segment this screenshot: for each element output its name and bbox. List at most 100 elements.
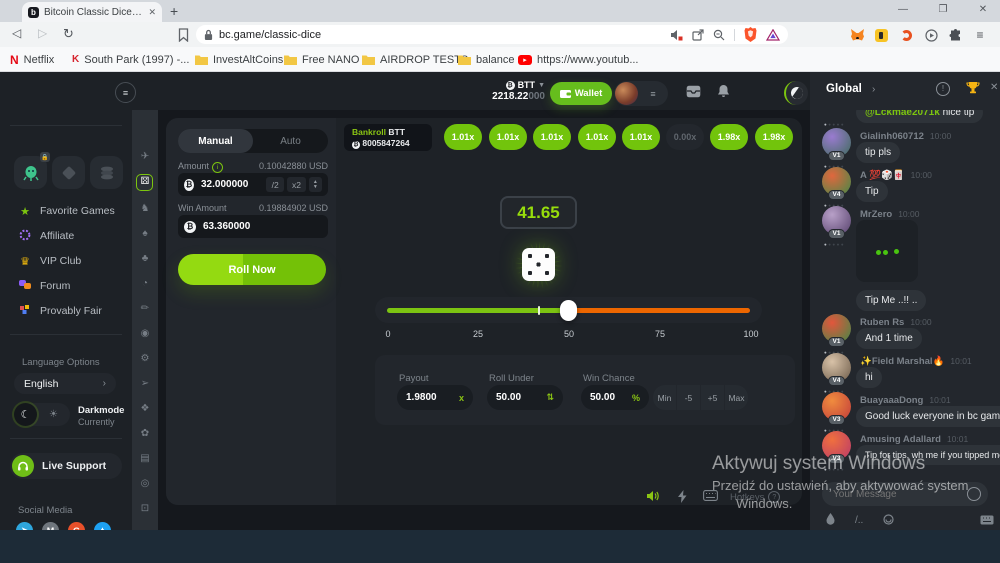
swirl-extension-icon[interactable] xyxy=(898,27,914,43)
metamask-extension-icon[interactable] xyxy=(849,27,865,43)
chat-channel[interactable]: Global xyxy=(826,83,862,95)
share-icon[interactable] xyxy=(692,29,704,41)
game-category-ticket[interactable] xyxy=(52,156,85,189)
game-icon-14[interactable]: ⊡ xyxy=(132,500,158,518)
chevron-right-icon[interactable]: › xyxy=(872,84,875,95)
min-button[interactable]: Min xyxy=(653,385,676,410)
history-multiplier[interactable]: 1.01x xyxy=(489,124,527,150)
darkmode-toggle[interactable]: ☾ ☀ xyxy=(14,403,70,426)
inbox-icon[interactable] xyxy=(686,85,701,103)
sidebar-item-provably-fair[interactable]: Provably Fair xyxy=(18,303,128,319)
bonus-spin-icon[interactable] xyxy=(784,81,808,105)
window-maximize-button[interactable]: ❐ xyxy=(936,4,950,15)
history-multiplier[interactable]: 1.98x xyxy=(755,124,793,150)
roll-now-button[interactable]: Roll Now xyxy=(178,254,326,285)
minus-5-button[interactable]: -5 xyxy=(677,385,700,410)
history-multiplier[interactable]: 1.01x xyxy=(533,124,571,150)
game-category-coins[interactable] xyxy=(90,156,123,189)
slash-commands-icon[interactable]: /.. xyxy=(855,515,863,526)
tab-auto[interactable]: Auto xyxy=(253,129,328,153)
new-tab-button[interactable]: + xyxy=(170,3,178,19)
sidebar-collapse-button[interactable]: ≡ xyxy=(115,82,136,103)
game-icon-6[interactable]: ✏ xyxy=(132,300,158,318)
max-button[interactable]: Max xyxy=(725,385,748,410)
history-multiplier[interactable]: 1.01x xyxy=(578,124,616,150)
hotkeys-keyboard-icon[interactable] xyxy=(703,490,718,501)
tab-mute-icon[interactable] xyxy=(670,29,683,41)
bookmark-folder-investaltcoins[interactable]: InvestAltCoins xyxy=(195,53,283,67)
notifications-bell-icon[interactable] xyxy=(717,84,730,103)
game-icon-5[interactable]: ◔ xyxy=(132,275,158,293)
game-icon-8[interactable]: ⚙ xyxy=(132,350,158,368)
back-icon[interactable]: ◁ xyxy=(12,26,21,40)
half-bet-button[interactable]: /2 xyxy=(266,177,284,192)
browser-tab[interactable]: b Bitcoin Classic Dice Game - Play D ✕ xyxy=(22,2,162,22)
history-multiplier[interactable]: 1.01x xyxy=(622,124,660,150)
turbo-bolt-icon[interactable] xyxy=(678,490,687,503)
account-menu[interactable]: ≡ xyxy=(614,81,668,106)
browser-menu-icon[interactable]: ≡ xyxy=(972,27,988,43)
bookmark-folder-airdrop[interactable]: AIRDROP TESTS xyxy=(362,53,468,67)
sidebar-item-vip-club[interactable]: ♛ VIP Club xyxy=(18,253,128,269)
plus-5-button[interactable]: +5 xyxy=(701,385,724,410)
amount-stepper[interactable]: ▲▼ xyxy=(309,177,322,192)
live-support-button[interactable]: Live Support xyxy=(10,453,122,479)
avatar[interactable]: V3 xyxy=(822,392,851,421)
tip-rain-icon[interactable] xyxy=(826,512,835,530)
amount-input[interactable] xyxy=(199,178,263,191)
sidebar-item-favorite-games[interactable]: ★ Favorite Games xyxy=(18,203,128,219)
history-multiplier[interactable]: 1.98x xyxy=(710,124,748,150)
tab-close-icon[interactable]: ✕ xyxy=(148,7,156,18)
avatar[interactable]: V3 xyxy=(822,431,851,460)
zoom-page-icon[interactable] xyxy=(713,29,725,41)
language-selector[interactable]: English › xyxy=(14,373,116,394)
game-icon-10[interactable]: ❖ xyxy=(132,400,158,418)
game-icon-12[interactable]: ▤ xyxy=(132,450,158,468)
sound-toggle-icon[interactable] xyxy=(646,490,660,502)
hotkeys-label[interactable]: Hotkeys? xyxy=(730,491,780,503)
keyboard-icon[interactable] xyxy=(980,512,994,530)
bookmark-netflix[interactable]: N Netflix xyxy=(10,53,54,67)
bookmark-southpark[interactable]: K South Park (1997) -... xyxy=(72,53,189,67)
roll-under-field[interactable]: 50.00⇅ xyxy=(487,385,563,410)
brave-shield-icon[interactable] xyxy=(744,27,757,42)
avatar[interactable]: V4 xyxy=(822,167,851,196)
sidebar-item-forum[interactable]: Forum xyxy=(18,278,128,294)
game-icon-13[interactable]: ◎ xyxy=(132,475,158,493)
wallet-button[interactable]: Wallet xyxy=(550,82,612,105)
game-icon-crash[interactable]: ✈ xyxy=(132,148,158,166)
chat-rules-info-icon[interactable]: ! xyxy=(936,82,950,96)
coin-drop-icon[interactable] xyxy=(883,512,894,530)
history-multiplier[interactable]: 0.00x xyxy=(666,124,704,150)
game-icon-3[interactable]: ♠ xyxy=(132,225,158,243)
roll-slider-knob[interactable] xyxy=(560,300,577,321)
chat-message-input[interactable] xyxy=(831,488,967,501)
forward-icon[interactable]: ▷ xyxy=(38,26,47,40)
avatar[interactable]: V4 xyxy=(822,353,851,382)
video-extension-icon[interactable] xyxy=(923,27,939,43)
game-icon-4[interactable]: ♣ xyxy=(132,250,158,268)
win-chance-field[interactable]: 50.00% xyxy=(581,385,649,410)
tab-manual[interactable]: Manual xyxy=(178,129,253,153)
win-amount-input[interactable] xyxy=(201,220,315,233)
bookmark-youtube[interactable]: ▸ https://www.youtub... xyxy=(518,53,639,67)
game-category-slots[interactable]: 🔒 xyxy=(14,156,47,189)
window-close-button[interactable]: ✕ xyxy=(976,4,990,15)
window-minimize-button[interactable]: — xyxy=(896,4,910,15)
trophy-icon[interactable] xyxy=(966,81,980,100)
double-bet-button[interactable]: x2 xyxy=(287,177,305,192)
chat-close-icon[interactable]: ✕ xyxy=(990,82,998,93)
avatar[interactable]: V1 xyxy=(822,128,851,157)
game-icon-9[interactable]: ➢ xyxy=(132,375,158,393)
history-multiplier[interactable]: 1.01x xyxy=(444,124,482,150)
bookmark-icon[interactable] xyxy=(178,28,189,47)
yellow-wallet-extension-icon[interactable] xyxy=(873,27,889,43)
avatar[interactable]: V1 xyxy=(822,314,851,343)
emoji-icon[interactable] xyxy=(967,487,981,501)
reload-icon[interactable]: ↻ xyxy=(63,26,74,42)
payout-field[interactable]: 1.9800x xyxy=(397,385,473,410)
game-icon-7[interactable]: ◉ xyxy=(132,325,158,343)
address-bar[interactable]: bc.game/classic-dice xyxy=(196,25,788,44)
game-icon-2[interactable]: ♞ xyxy=(132,200,158,218)
game-icon-11[interactable]: ✿ xyxy=(132,425,158,443)
